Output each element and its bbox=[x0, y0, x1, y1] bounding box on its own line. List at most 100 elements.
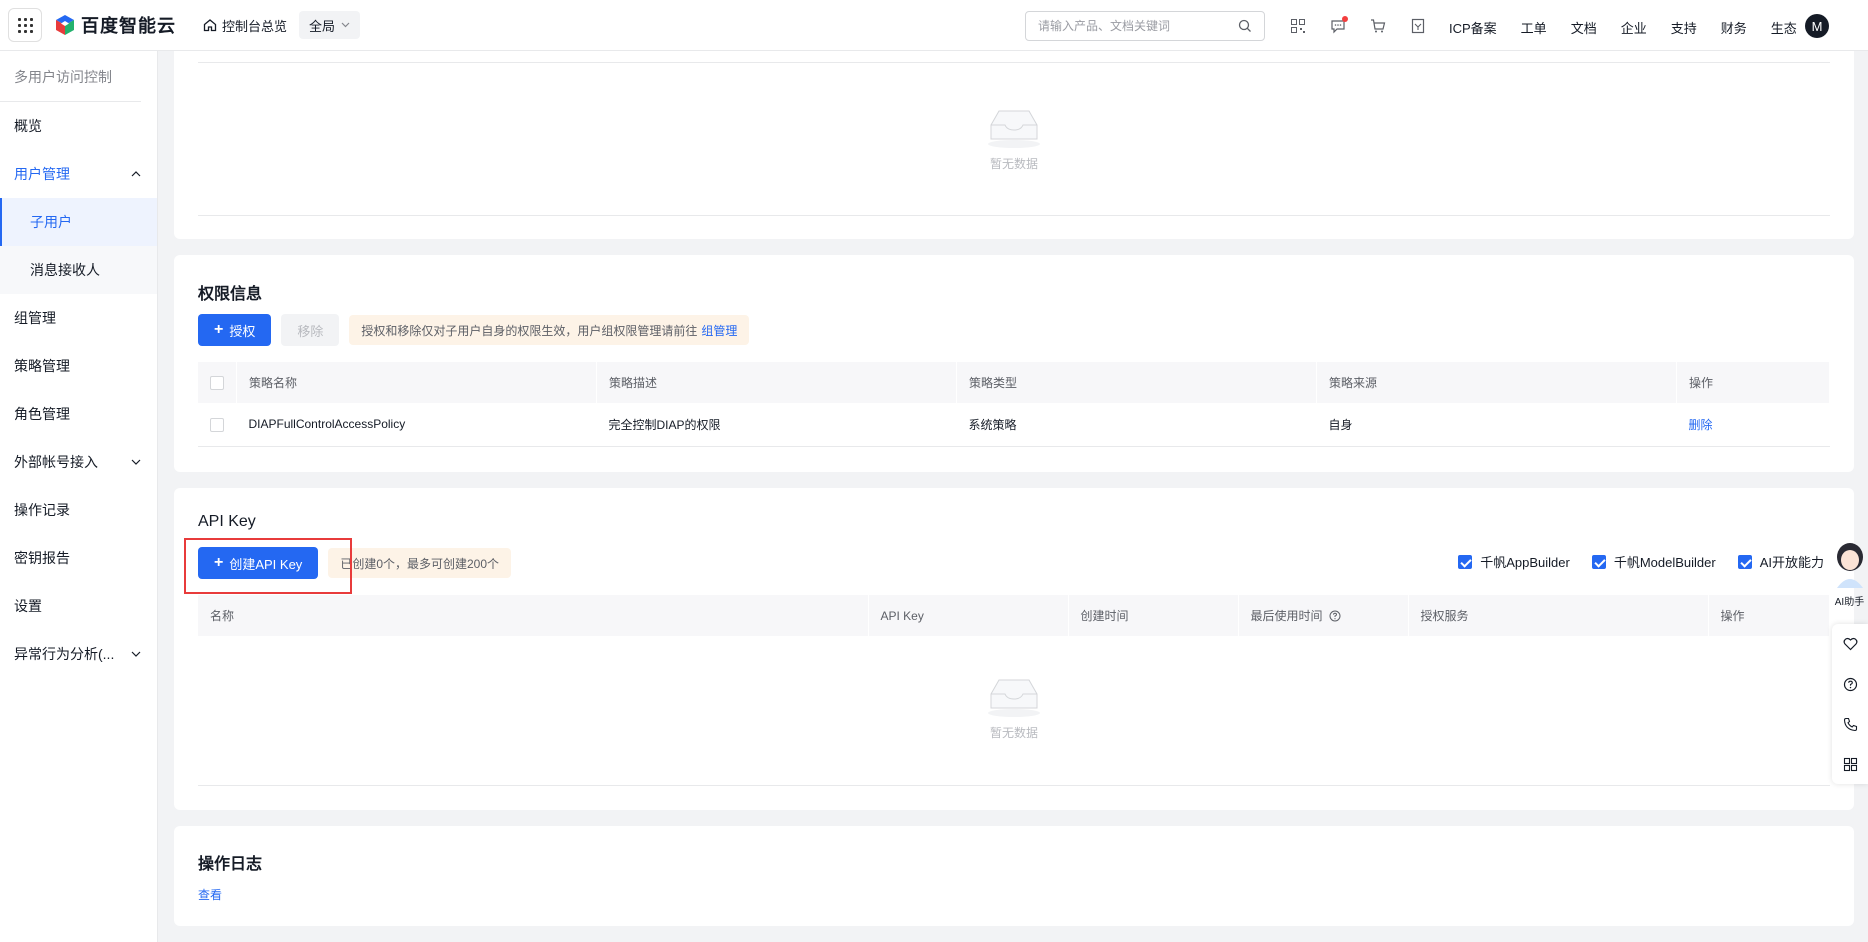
chevron-down-icon bbox=[131, 651, 141, 657]
chevron-down-icon bbox=[131, 459, 141, 465]
delete-link[interactable]: 删除 bbox=[1689, 418, 1713, 432]
bill-icon[interactable] bbox=[1408, 16, 1428, 36]
policy-type-cell: 系统策略 bbox=[956, 403, 1317, 447]
col-name: 名称 bbox=[198, 595, 869, 636]
sidebar-item-policy-mgmt[interactable]: 策略管理 bbox=[0, 342, 157, 390]
sidebar-item-settings[interactable]: 设置 bbox=[0, 582, 157, 630]
plus-icon: + bbox=[214, 321, 224, 338]
policy-name-cell: DIAPFullControlAccessPolicy bbox=[236, 403, 597, 447]
sidebar-item-operation-log[interactable]: 操作记录 bbox=[0, 486, 157, 534]
permissions-card: 权限信息 + 授权 移除 授权和移除仅对子用户自身的权限生效，用户组权限管理请前… bbox=[174, 255, 1854, 472]
empty-box-icon bbox=[988, 679, 1040, 717]
top-link-finance[interactable]: 财务 bbox=[1721, 18, 1747, 37]
sidebar-item-user-mgmt[interactable]: 用户管理 bbox=[0, 150, 157, 198]
col-created-time: 创建时间 bbox=[1068, 595, 1239, 636]
sidebar-item-msg-receiver[interactable]: 消息接收人 bbox=[0, 246, 157, 294]
favorite-icon[interactable] bbox=[1832, 624, 1868, 664]
checkbox-checked-icon bbox=[1737, 554, 1752, 569]
col-policy-source: 策略来源 bbox=[1316, 362, 1677, 403]
table-bottom-line bbox=[198, 785, 1830, 786]
filter-ai-open[interactable]: AI开放能力 bbox=[1737, 552, 1824, 571]
policy-desc-cell: 完全控制DIAP的权限 bbox=[596, 403, 957, 447]
top-link-enterprise[interactable]: 企业 bbox=[1621, 18, 1647, 37]
grant-button[interactable]: + 授权 bbox=[198, 314, 272, 346]
col-policy-name: 策略名称 bbox=[236, 362, 597, 403]
search-icon[interactable] bbox=[1238, 19, 1252, 33]
table-header-bottom bbox=[198, 62, 1830, 63]
ai-assistant-avatar-icon bbox=[1836, 543, 1863, 588]
search-input[interactable] bbox=[1038, 19, 1238, 33]
message-icon[interactable] bbox=[1328, 16, 1348, 36]
sidebar-item-sub-user[interactable]: 子用户 bbox=[0, 198, 157, 246]
checkbox-checked-icon bbox=[1591, 554, 1606, 569]
col-action: 操作 bbox=[1676, 362, 1830, 403]
chevron-up-icon bbox=[131, 171, 141, 177]
remove-button[interactable]: 移除 bbox=[281, 314, 340, 346]
view-log-link[interactable]: 查看 bbox=[198, 886, 222, 903]
logo-text: 百度智能云 bbox=[81, 16, 176, 36]
group-card: 暂无数据 bbox=[174, 51, 1854, 239]
region-value: 全局 bbox=[309, 18, 336, 34]
policy-table: 策略名称 策略描述 策略类型 策略来源 操作 DIAPFullControlAc… bbox=[198, 362, 1830, 447]
op-log-card: 操作日志 查看 bbox=[174, 826, 1854, 926]
console-overview-label: 控制台总览 bbox=[222, 18, 288, 34]
region-select[interactable]: 全局 bbox=[299, 11, 361, 39]
api-key-table: 名称 API Key 创建时间 最后使用时间 授权服务 操作 bbox=[198, 595, 1830, 636]
logo[interactable]: 百度智能云 bbox=[54, 12, 176, 38]
home-icon bbox=[203, 19, 217, 32]
top-link-support[interactable]: 支持 bbox=[1671, 18, 1697, 37]
filter-modelbuilder[interactable]: 千帆ModelBuilder bbox=[1591, 552, 1716, 571]
empty-text: 暂无数据 bbox=[989, 157, 1038, 171]
chevron-down-icon bbox=[341, 22, 350, 28]
col-api-key: API Key bbox=[868, 595, 1069, 636]
sidebar-item-role-mgmt[interactable]: 角色管理 bbox=[0, 390, 157, 438]
group-mgmt-link[interactable]: 组管理 bbox=[701, 322, 737, 339]
table-header-row: 名称 API Key 创建时间 最后使用时间 授权服务 操作 bbox=[198, 595, 1830, 636]
sidebar-item-external-account[interactable]: 外部帐号接入 bbox=[0, 438, 157, 486]
top-link-docs[interactable]: 文档 bbox=[1571, 18, 1597, 37]
cube-logo-icon bbox=[56, 15, 74, 35]
apps-grid-icon[interactable] bbox=[1832, 744, 1868, 784]
phone-icon[interactable] bbox=[1832, 704, 1868, 744]
select-all-checkbox[interactable] bbox=[210, 375, 224, 390]
apps-menu-button[interactable] bbox=[8, 8, 42, 42]
help-icon[interactable] bbox=[1329, 610, 1341, 622]
float-toolbar bbox=[1832, 624, 1868, 784]
permissions-title: 权限信息 bbox=[198, 286, 263, 303]
table-row: DIAPFullControlAccessPolicy 完全控制DIAP的权限 … bbox=[198, 403, 1830, 447]
top-link-ecosystem[interactable]: 生态 bbox=[1771, 18, 1797, 37]
top-navbar: 百度智能云 控制台总览 全局 ICP备案 工单 文档 企业 支持 财务 bbox=[0, 0, 1868, 51]
col-action: 操作 bbox=[1708, 595, 1830, 636]
top-link-icp[interactable]: ICP备案 bbox=[1449, 18, 1497, 37]
console-overview-link[interactable]: 控制台总览 bbox=[203, 16, 287, 35]
notification-dot bbox=[1342, 16, 1348, 22]
col-auth-service: 授权服务 bbox=[1408, 595, 1709, 636]
sidebar: 多用户访问控制 概览 用户管理 子用户 消息接收人 组管理 策略管理 角色管理 … bbox=[0, 51, 158, 942]
col-last-used: 最后使用时间 bbox=[1250, 609, 1323, 623]
highlight-box bbox=[184, 538, 352, 594]
sidebar-item-anomaly[interactable]: 异常行为分析(... bbox=[0, 630, 157, 678]
sidebar-item-group-mgmt[interactable]: 组管理 bbox=[0, 294, 157, 342]
api-key-card: API Key + 创建API Key 已创建0个，最多可创建200个 千帆Ap… bbox=[174, 488, 1854, 810]
ai-helper[interactable]: AI助手 bbox=[1831, 540, 1868, 608]
grid-icon bbox=[17, 17, 33, 33]
checkbox-checked-icon bbox=[1458, 554, 1473, 569]
permissions-tip: 授权和移除仅对子用户自身的权限生效，用户组权限管理请前往 组管理 bbox=[349, 315, 750, 345]
row-checkbox[interactable] bbox=[210, 417, 224, 432]
cart-icon[interactable] bbox=[1368, 16, 1388, 36]
avatar[interactable]: M bbox=[1805, 14, 1829, 38]
col-policy-type: 策略类型 bbox=[956, 362, 1317, 403]
sidebar-title: 多用户访问控制 bbox=[0, 51, 141, 102]
ai-helper-label: AI助手 bbox=[1834, 597, 1865, 608]
top-link-ticket[interactable]: 工单 bbox=[1521, 18, 1547, 37]
empty-text: 暂无数据 bbox=[989, 726, 1038, 740]
sidebar-item-key-report[interactable]: 密钥报告 bbox=[0, 534, 157, 582]
col-policy-desc: 策略描述 bbox=[596, 362, 957, 403]
filter-appbuilder[interactable]: 千帆AppBuilder bbox=[1458, 552, 1570, 571]
empty-state: 暂无数据 bbox=[174, 107, 1854, 172]
api-key-quota-tip: 已创建0个，最多可创建200个 bbox=[328, 548, 512, 578]
help-icon[interactable] bbox=[1832, 664, 1868, 704]
sidebar-item-overview[interactable]: 概览 bbox=[0, 102, 157, 150]
qrcode-icon[interactable] bbox=[1288, 16, 1308, 36]
api-key-title: API Key bbox=[198, 513, 256, 530]
